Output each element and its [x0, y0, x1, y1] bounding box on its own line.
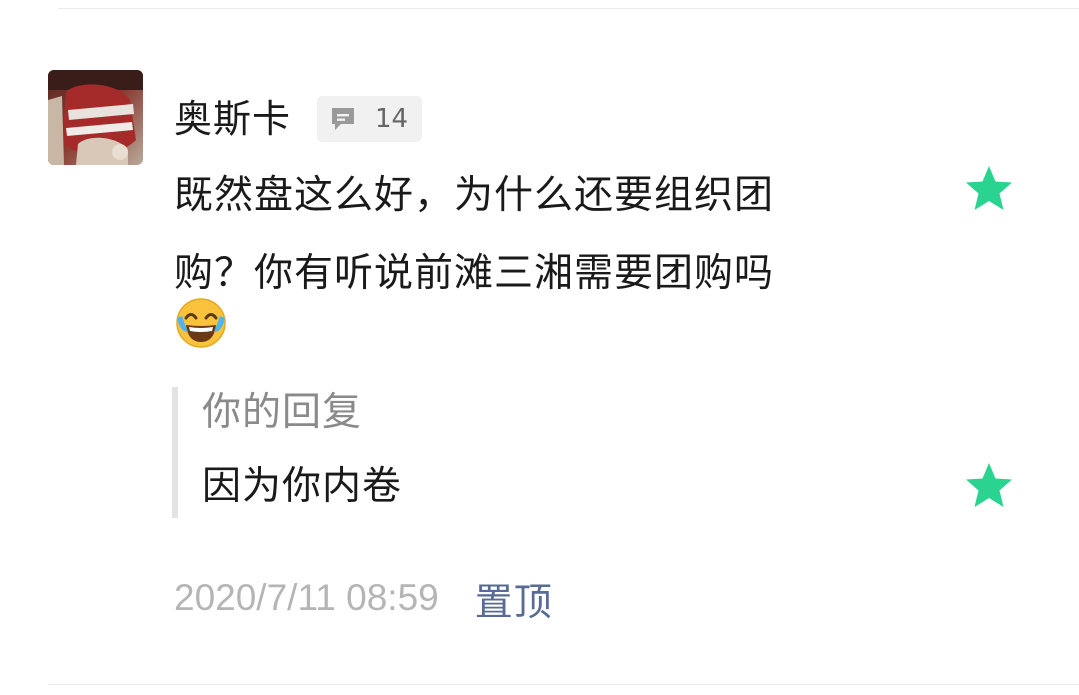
- comment-footer: 2020/7/11 08:59 置顶: [174, 572, 553, 624]
- star-icon[interactable]: [964, 461, 1014, 511]
- username[interactable]: 奥斯卡: [174, 93, 291, 145]
- avatar[interactable]: [48, 70, 143, 165]
- comment-text-line: 既然盘这么好，为什么还要组织团: [174, 173, 775, 218]
- timestamp: 2020/7/11 08:59: [174, 577, 439, 618]
- comment-text-line: 购？你有听说前滩三湘需要团购吗: [174, 251, 775, 296]
- comment-bubble-icon: [332, 108, 355, 130]
- reply-count: 14: [375, 104, 409, 134]
- comment-text: 既然盘这么好，为什么还要组织团 购？你有听说前滩三湘需要团购吗: [174, 157, 914, 313]
- pin-button[interactable]: 置顶: [475, 571, 553, 626]
- reply-text: 因为你内卷: [202, 464, 403, 509]
- reply-count-badge[interactable]: 14: [317, 96, 423, 142]
- reply-label: 你的回复: [202, 390, 363, 435]
- comment-header: 奥斯卡 14: [174, 93, 423, 145]
- comment-item: 奥斯卡 14 既然盘这么好，为什么还要组织团 购？你有听说前滩三湘需要团购吗 你…: [0, 0, 1079, 695]
- bottom-divider: [48, 684, 1079, 685]
- top-divider: [58, 8, 1079, 9]
- star-icon[interactable]: [964, 164, 1014, 214]
- avatar-image: [48, 70, 143, 165]
- author-reply: 你的回复 因为你内卷: [172, 387, 918, 518]
- face-with-tears-of-joy-emoji: [174, 296, 228, 350]
